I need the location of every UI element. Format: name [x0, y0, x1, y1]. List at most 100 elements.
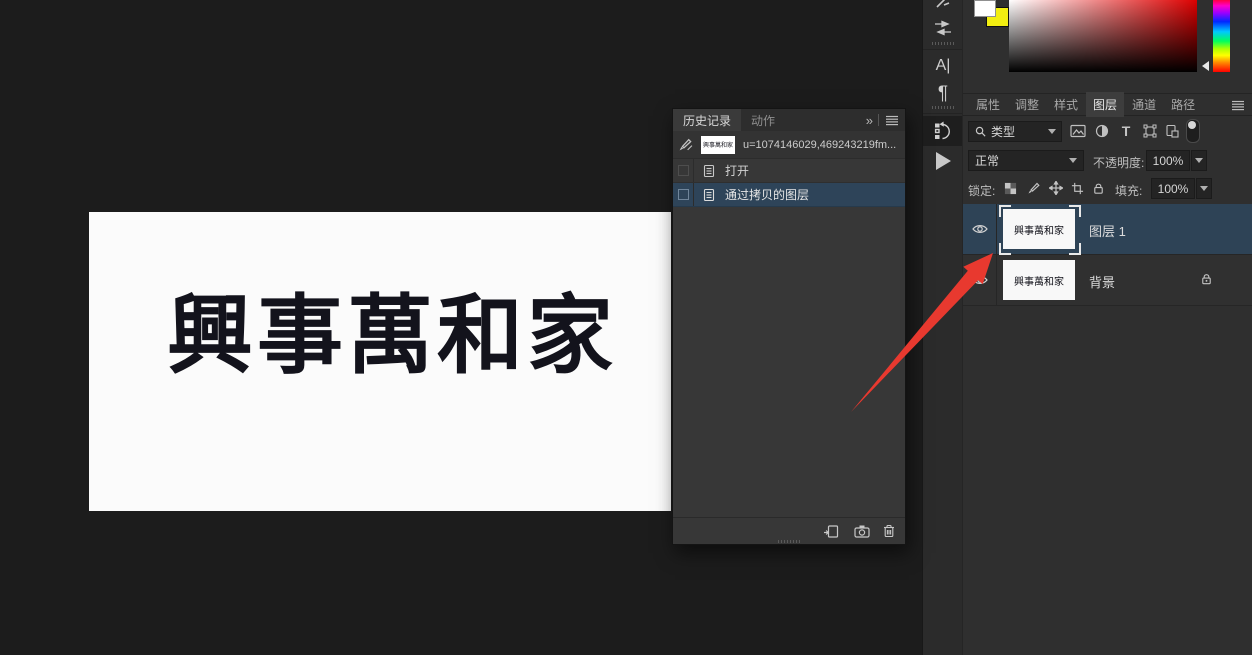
- new-document-icon: [823, 524, 839, 538]
- chevron-down-icon: [1069, 158, 1077, 163]
- clipped-panel-icon[interactable]: [923, 0, 963, 14]
- saturation-brightness-field[interactable]: [1009, 0, 1197, 72]
- divider: [878, 114, 879, 126]
- hue-ramp-slider[interactable]: [1213, 0, 1230, 72]
- filter-pixel-layers-button[interactable]: [1069, 123, 1087, 139]
- filter-adjustment-layers-button[interactable]: [1093, 123, 1111, 139]
- panel-menu-button[interactable]: [885, 115, 899, 126]
- canvas-document[interactable]: 興事萬和家: [89, 212, 671, 511]
- paintbrush-icon: [1027, 181, 1041, 195]
- new-document-from-state-button[interactable]: [822, 523, 839, 539]
- source-checkbox: [678, 189, 689, 200]
- collapsed-panel-dock: A| ¶: [922, 0, 963, 655]
- blend-mode-value: 正常: [975, 152, 999, 169]
- camera-icon: [854, 525, 870, 538]
- calligraphy-artwork: 興事萬和家: [167, 284, 637, 387]
- character-panel-button[interactable]: A|: [923, 52, 963, 80]
- lock-icon: [1092, 182, 1105, 195]
- panel-resize-grip[interactable]: [778, 540, 800, 543]
- smart-object-icon: [1165, 124, 1179, 138]
- tab-properties[interactable]: 属性: [969, 92, 1007, 117]
- layer-name[interactable]: 背景: [1089, 272, 1115, 291]
- thumbnail-selection-bracket: [999, 205, 1011, 217]
- adjustment-icon: [1095, 124, 1109, 138]
- move-icon: [1049, 181, 1063, 195]
- layer-filter-toggle[interactable]: [1186, 119, 1200, 143]
- actions-panel-button[interactable]: [923, 148, 963, 174]
- tab-adjustments[interactable]: 调整: [1008, 92, 1046, 117]
- visibility-toggle[interactable]: [963, 204, 997, 254]
- delete-state-button[interactable]: [880, 523, 897, 539]
- opacity-value: 100%: [1153, 154, 1184, 168]
- fill-input[interactable]: 100%: [1151, 178, 1195, 199]
- opacity-dropdown-button[interactable]: [1191, 150, 1207, 171]
- actions-play-icon: [936, 152, 951, 170]
- layer-filter-kind-select[interactable]: 类型: [968, 121, 1062, 142]
- opacity-label: 不透明度:: [1093, 154, 1144, 171]
- clipped-brush-icon: [934, 0, 952, 11]
- history-state-label: 打开: [725, 162, 749, 179]
- layers-list: 興事萬和家 图层 1 興事萬和家 背景: [963, 204, 1252, 306]
- history-footer: [673, 517, 905, 544]
- filter-type-layers-button[interactable]: T: [1117, 123, 1135, 139]
- tab-channels[interactable]: 通道: [1125, 92, 1163, 117]
- history-state-label: 通过拷贝的图层: [725, 186, 809, 203]
- paragraph-panel-button[interactable]: ¶: [923, 80, 963, 108]
- history-brush-source-cell[interactable]: [673, 183, 694, 206]
- blend-mode-select[interactable]: 正常: [968, 150, 1084, 171]
- tab-history[interactable]: 历史记录: [673, 109, 741, 131]
- eye-icon: [972, 274, 988, 286]
- background-lock-badge[interactable]: [1200, 272, 1213, 286]
- layer-row-layer1[interactable]: 興事萬和家 图层 1: [963, 204, 1252, 255]
- chevron-down-icon: [1048, 129, 1056, 134]
- filter-smart-objects-button[interactable]: [1163, 123, 1181, 139]
- visibility-toggle[interactable]: [963, 255, 997, 305]
- lock-transparent-pixels-button[interactable]: [1002, 180, 1019, 196]
- thumbnail-selection-bracket: [1069, 243, 1081, 255]
- hue-slider-pointer[interactable]: [1202, 61, 1209, 71]
- tab-actions[interactable]: 动作: [741, 109, 785, 131]
- lock-all-button[interactable]: [1090, 180, 1107, 196]
- panel-menu-button[interactable]: [1231, 100, 1245, 111]
- filter-shape-layers-button[interactable]: [1141, 123, 1159, 139]
- document-icon: [702, 188, 716, 202]
- tab-styles[interactable]: 样式: [1047, 92, 1085, 117]
- fill-dropdown-button[interactable]: [1196, 178, 1212, 199]
- lock-image-pixels-button[interactable]: [1025, 180, 1042, 196]
- character-panel-icon: A|: [936, 57, 951, 75]
- opacity-input[interactable]: 100%: [1146, 150, 1190, 171]
- shape-icon: [1143, 124, 1157, 138]
- fill-value: 100%: [1158, 182, 1189, 196]
- brush-settings-panel-button[interactable]: [923, 14, 963, 42]
- history-panel-button[interactable]: [923, 116, 963, 146]
- tab-layers[interactable]: 图层: [1086, 92, 1124, 117]
- new-snapshot-button[interactable]: [853, 523, 870, 539]
- history-state-open[interactable]: 打开: [673, 159, 905, 183]
- image-icon: [1070, 124, 1086, 138]
- history-brush-source-icon: [678, 137, 693, 152]
- dock-divider: [923, 106, 963, 114]
- history-tab-bar: 历史记录 动作 »: [673, 109, 905, 131]
- fill-label: 填充:: [1115, 182, 1142, 199]
- chevron-down-icon: [1200, 186, 1208, 191]
- layer-thumbnail[interactable]: 興事萬和家: [1003, 209, 1075, 249]
- lock-position-button[interactable]: [1047, 180, 1064, 196]
- lock-artboard-button[interactable]: [1069, 180, 1086, 196]
- layer-thumbnail[interactable]: 興事萬和家: [1003, 260, 1075, 300]
- layer-row-background[interactable]: 興事萬和家 背景: [963, 255, 1252, 306]
- tab-paths[interactable]: 路径: [1164, 92, 1202, 117]
- panel-dock: 属性 调整 样式 图层 通道 路径 类型 T: [962, 0, 1252, 655]
- history-brush-source-cell[interactable]: [673, 159, 694, 182]
- trash-icon: [882, 524, 896, 538]
- thumbnail-selection-bracket: [1069, 205, 1081, 217]
- foreground-color-swatch[interactable]: [974, 0, 996, 17]
- history-state-layer-via-copy[interactable]: 通过拷贝的图层: [673, 183, 905, 207]
- search-icon: [974, 125, 987, 138]
- history-snapshot-row[interactable]: 興事萬和家 u=1074146029,469243219fm...: [673, 131, 905, 159]
- layer-name[interactable]: 图层 1: [1089, 221, 1126, 240]
- collapse-to-icons-button[interactable]: »: [866, 113, 872, 128]
- document-icon: [702, 164, 716, 178]
- chevron-down-icon: [1195, 158, 1203, 163]
- history-icon: [932, 120, 954, 142]
- lock-icon: [1200, 272, 1213, 286]
